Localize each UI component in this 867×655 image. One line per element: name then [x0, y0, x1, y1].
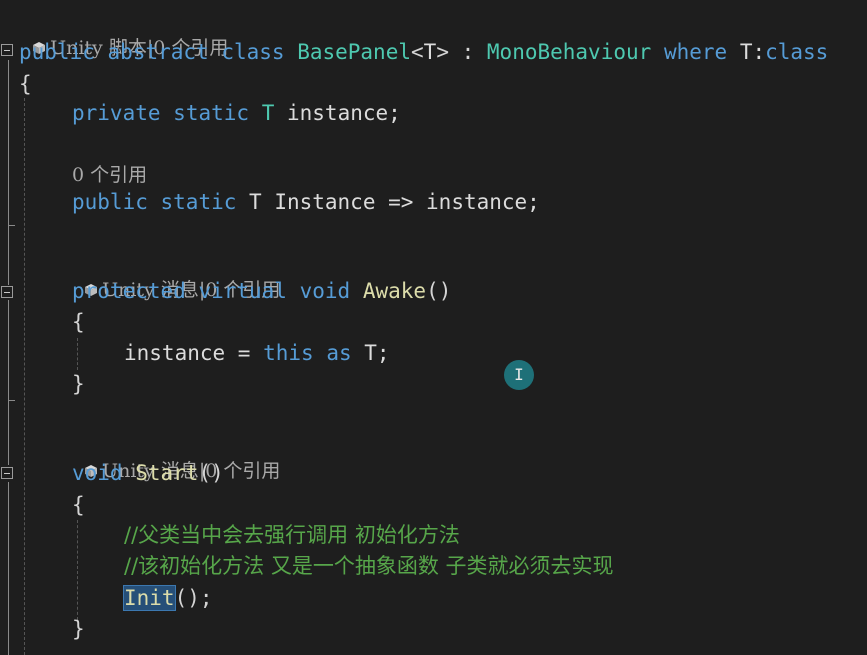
keyword: public [19, 40, 95, 64]
keyword: static [160, 190, 237, 214]
collapse-minus-icon[interactable] [1, 467, 13, 479]
code-line-comment[interactable]: //父类当中会去强行调用 初始化方法 [124, 520, 867, 550]
punctuation: > [436, 40, 449, 64]
statement-text: T; [351, 341, 390, 365]
codelens-instance[interactable]: 0 个引用 [72, 162, 147, 188]
type-parameter: T [261, 101, 275, 125]
type-constraint: T: [739, 40, 766, 64]
selected-method-name[interactable]: Init [123, 585, 176, 611]
keyword: where [663, 40, 728, 64]
code-line-close-brace[interactable]: } [72, 614, 867, 644]
comment-text: //该初始化方法 又是一个抽象函数 子类就必须去实现 [124, 554, 614, 578]
type-parameter: T [423, 40, 437, 64]
brace: } [72, 617, 85, 641]
outline-guide-class [8, 60, 9, 285]
outline-tick [8, 400, 15, 401]
comment-text: //父类当中会去强行调用 初始化方法 [124, 523, 460, 547]
keyword: as [326, 341, 352, 365]
collapse-minus-icon[interactable] [1, 44, 13, 56]
keyword: void [72, 461, 123, 485]
method-name: Start [135, 461, 199, 485]
brace: { [72, 310, 85, 334]
code-line-init-call[interactable]: Init(); [123, 583, 867, 613]
outline-guide-start [8, 482, 9, 655]
keyword: public [72, 190, 148, 214]
statement-text: instance = [124, 341, 264, 365]
indent-guide [24, 98, 25, 655]
code-line-start-signature[interactable]: void Start() [72, 458, 867, 488]
punctuation: (); [174, 586, 213, 610]
keyword: static [173, 101, 250, 125]
collapse-minus-icon[interactable] [1, 286, 13, 298]
brace: } [72, 372, 85, 396]
keyword: private [72, 101, 161, 125]
codelens-text: 0 个引用 [72, 164, 148, 186]
punctuation: () [198, 461, 224, 485]
code-line-comment[interactable]: //该初始化方法 又是一个抽象函数 子类就必须去实现 [124, 551, 867, 581]
outline-guide-awake [8, 300, 9, 400]
base-class-name: MonoBehaviour [486, 40, 652, 64]
keyword: void [299, 279, 351, 303]
outline-guide-gap [8, 400, 9, 465]
text-cursor-icon: I [514, 365, 524, 384]
code-line-close-brace[interactable]: } [72, 369, 867, 399]
punctuation: < [411, 40, 424, 64]
brace: { [19, 72, 32, 96]
method-name: Awake [362, 279, 427, 303]
indent-guide [77, 338, 78, 370]
class-name: BasePanel [297, 40, 411, 64]
indent-guide [77, 520, 78, 620]
code-line-class-declaration[interactable]: public abstract class BasePanel<T> : Mon… [19, 37, 867, 67]
keyword: class [221, 40, 285, 64]
property-declaration: T Instance => instance; [249, 190, 540, 214]
code-line-open-brace[interactable]: { [72, 490, 867, 520]
keyword: class [765, 40, 829, 64]
brace: { [72, 493, 85, 517]
keyword: this [263, 341, 314, 365]
keyword: protected [72, 279, 186, 303]
code-line-instance-assign[interactable]: instance = this as T; [124, 338, 867, 368]
code-line-open-brace[interactable]: { [72, 307, 867, 337]
code-line-instance-field[interactable]: private static T instance; [72, 98, 867, 128]
code-line-awake-signature[interactable]: protected virtual void Awake() [72, 276, 867, 306]
punctuation: : [448, 40, 487, 64]
keyword: abstract [107, 40, 209, 64]
code-line-open-brace[interactable]: { [19, 69, 867, 99]
outline-tick [8, 225, 15, 226]
punctuation: () [426, 279, 452, 303]
code-line-instance-property[interactable]: public static T Instance => instance; [72, 187, 867, 217]
field-name: instance; [287, 101, 401, 125]
keyword: virtual [198, 279, 287, 303]
